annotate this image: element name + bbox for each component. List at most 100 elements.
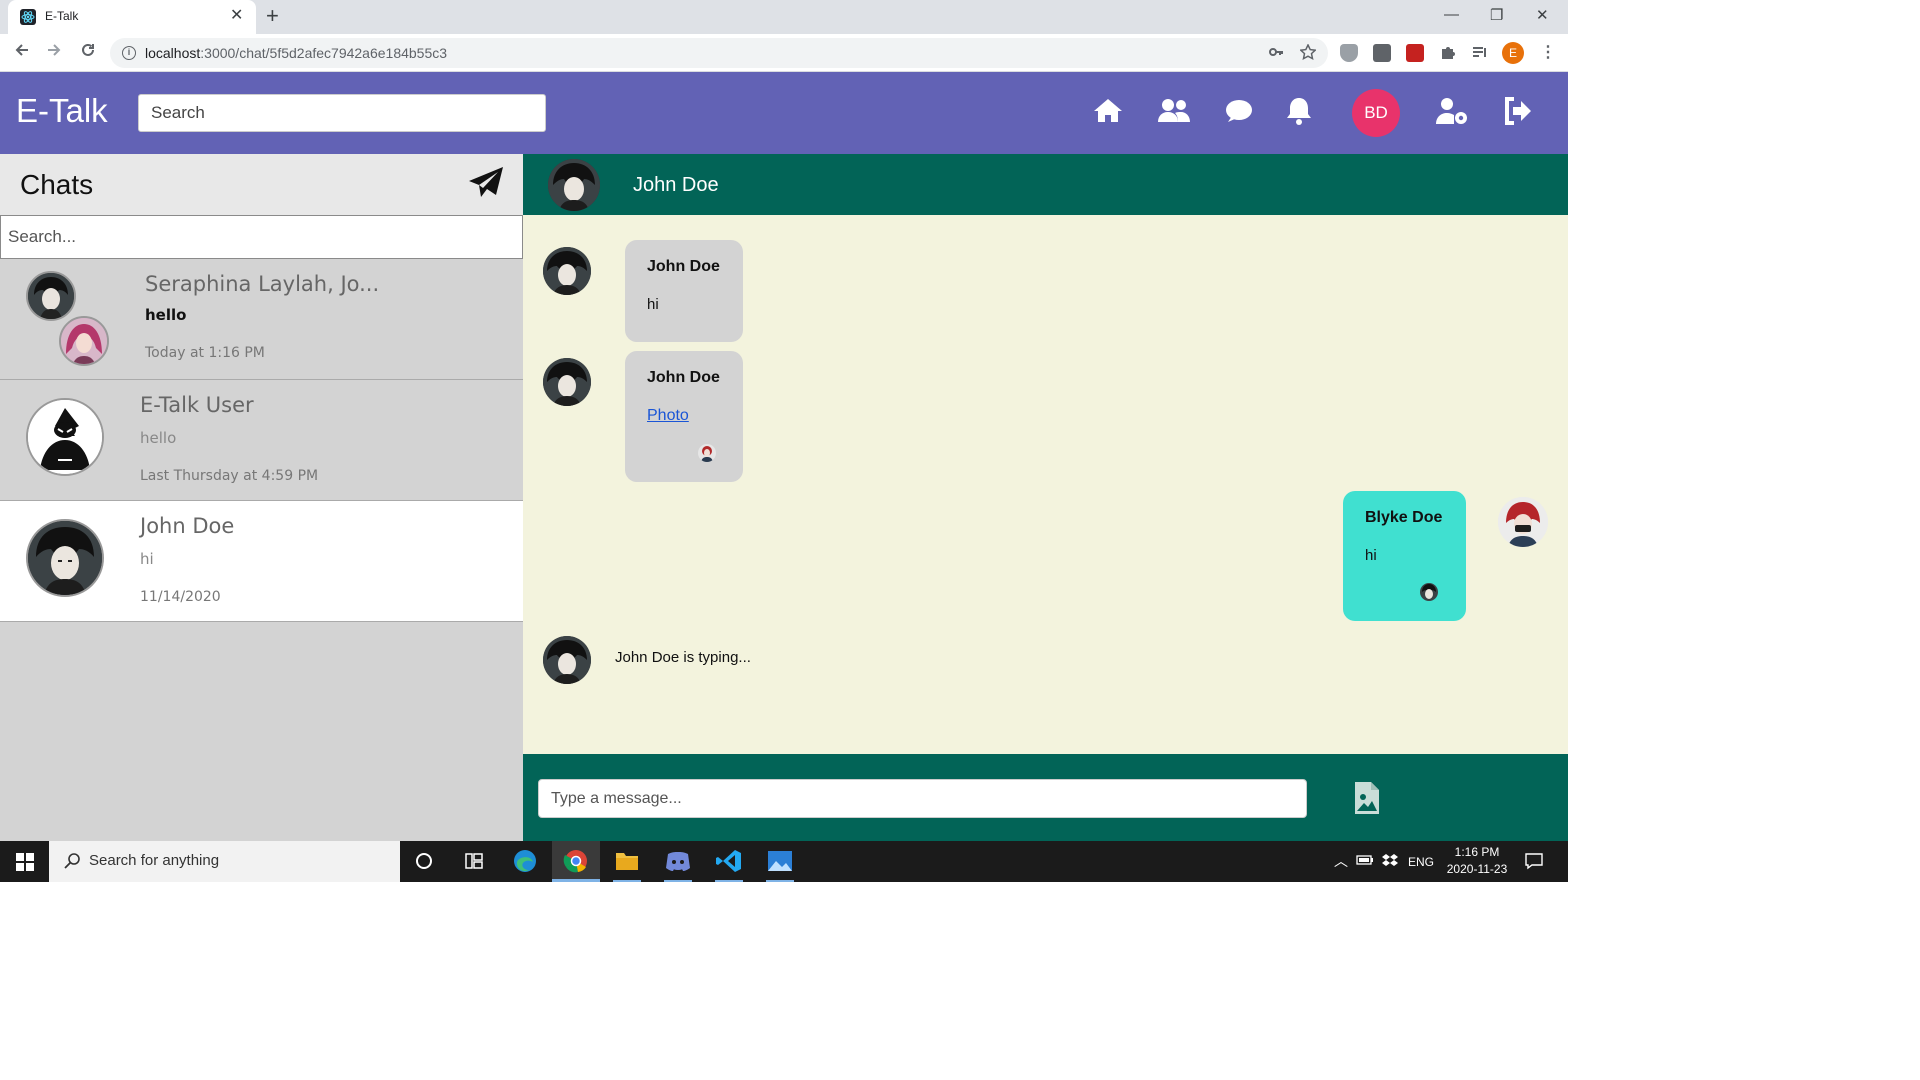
language-indicator[interactable]: ENG	[1408, 855, 1434, 869]
logout-icon[interactable]	[1503, 96, 1533, 131]
home-icon[interactable]	[1093, 96, 1123, 131]
chat-icon[interactable]	[1224, 96, 1254, 131]
message-composer	[523, 754, 1568, 841]
user-settings-icon[interactable]	[1435, 96, 1469, 131]
photo-link[interactable]: Photo	[647, 407, 721, 425]
message-list: John Doe hi John Doe Photo Blyke Doe hi …	[523, 215, 1568, 754]
new-message-send-icon[interactable]	[468, 166, 504, 205]
running-indicator	[664, 880, 692, 882]
discord-icon[interactable]	[654, 841, 702, 882]
running-indicator	[613, 880, 641, 882]
conversation-avatar[interactable]	[548, 159, 600, 211]
clock-time: 1:16 PM	[1454, 845, 1500, 859]
react-favicon-icon	[20, 9, 36, 25]
taskbar-search-box[interactable]: Search for anything	[49, 841, 400, 882]
browser-tab-bar: E-Talk ✕ + — ❐ ✕	[0, 0, 1568, 34]
profile-avatar[interactable]: E	[1502, 42, 1524, 64]
media-queue-icon[interactable]	[1471, 44, 1489, 62]
windows-start-icon[interactable]	[16, 853, 34, 876]
back-arrow-icon[interactable]	[14, 42, 30, 62]
url-path: :3000/chat/5f5d2afec7942a6e184b55c3	[200, 45, 448, 61]
sidebar-header: Chats	[0, 154, 523, 215]
search-icon	[63, 852, 81, 875]
tab-close-icon[interactable]: ✕	[230, 7, 243, 25]
group-member-avatar	[26, 271, 76, 321]
chat-name: E-Talk User	[140, 393, 254, 417]
red-extension-icon[interactable]	[1406, 44, 1424, 62]
message-input[interactable]	[538, 779, 1307, 818]
message-bubble: John Doe Photo	[625, 351, 743, 482]
user-avatar[interactable]: BD	[1352, 89, 1400, 137]
chat-list-item[interactable]: E-Talk User hello Last Thursday at 4:59 …	[0, 380, 523, 501]
friends-icon[interactable]	[1157, 96, 1191, 131]
new-tab-button[interactable]: +	[266, 4, 279, 28]
os-taskbar: Search for anything ︿ ENG 1:16 PM 2020-1…	[0, 841, 1568, 882]
chat-name: John Doe	[140, 514, 235, 538]
message-text: hi	[1365, 547, 1377, 564]
forward-arrow-icon[interactable]	[46, 42, 62, 62]
address-bar[interactable]: i localhost:3000/chat/5f5d2afec7942a6e18…	[110, 38, 1328, 68]
app-header: E-Talk BD	[0, 72, 1568, 154]
dropbox-icon[interactable]	[1382, 853, 1398, 870]
group-member-avatar	[59, 316, 109, 366]
site-info-icon[interactable]: i	[122, 46, 136, 60]
battery-icon[interactable]	[1356, 853, 1374, 870]
chat-preview: hi	[140, 550, 154, 568]
reload-icon[interactable]	[80, 42, 96, 62]
file-explorer-icon[interactable]	[603, 841, 651, 882]
conversation-header: John Doe	[523, 154, 1568, 215]
cortana-icon[interactable]	[400, 841, 448, 882]
bookmark-star-icon[interactable]	[1299, 43, 1317, 64]
edge-browser-icon[interactable]	[501, 841, 549, 882]
action-center-icon[interactable]	[1524, 852, 1544, 873]
chat-list-item-active[interactable]: John Doe hi 11/14/2020	[0, 501, 523, 622]
message-avatar	[543, 358, 591, 406]
photos-app-icon[interactable]	[756, 841, 804, 882]
chrome-browser-icon[interactable]	[552, 841, 600, 882]
restore-button[interactable]: ❐	[1490, 6, 1503, 24]
header-search-input[interactable]	[138, 94, 546, 132]
chats-sidebar: Chats Seraphina Laylah, Jo... hello Toda…	[0, 154, 523, 841]
close-window-button[interactable]: ✕	[1536, 6, 1549, 24]
message-bubble: John Doe hi	[625, 240, 743, 342]
running-indicator	[766, 880, 794, 882]
message-author: Blyke Doe	[1365, 509, 1443, 526]
chat-search-input[interactable]	[0, 215, 523, 259]
shield-extension-icon[interactable]	[1340, 44, 1358, 62]
chat-time: Last Thursday at 4:59 PM	[140, 468, 319, 484]
chat-time: 11/14/2020	[140, 589, 221, 605]
browser-tab[interactable]: E-Talk ✕	[8, 0, 256, 34]
tab-title: E-Talk	[45, 9, 79, 23]
browser-toolbar: i localhost:3000/chat/5f5d2afec7942a6e18…	[0, 34, 1568, 72]
chat-list-item[interactable]: Seraphina Laylah, Jo... hello Today at 1…	[0, 259, 523, 380]
message-author: John Doe	[647, 369, 720, 386]
message-avatar	[543, 247, 591, 295]
minimize-button[interactable]: —	[1444, 6, 1459, 23]
chat-avatar	[26, 519, 104, 597]
chat-avatar	[26, 398, 104, 476]
show-hidden-icons-chevron-icon[interactable]: ︿	[1334, 851, 1348, 871]
message-author: John Doe	[647, 258, 720, 275]
conversation-title: John Doe	[633, 174, 719, 196]
brand-logo[interactable]: E-Talk	[16, 92, 108, 130]
key-icon[interactable]	[1268, 44, 1284, 64]
notifications-bell-icon[interactable]	[1285, 96, 1313, 131]
task-view-icon[interactable]	[450, 841, 498, 882]
seen-by-avatar	[698, 444, 716, 462]
system-clock[interactable]: 1:16 PM 2020-11-23	[1446, 844, 1508, 878]
clock-date: 2020-11-23	[1446, 862, 1508, 876]
vscode-icon[interactable]	[705, 841, 753, 882]
extensions-puzzle-icon[interactable]	[1439, 44, 1457, 62]
taskbar-search-placeholder: Search for anything	[89, 852, 220, 869]
url-host: localhost	[145, 45, 201, 61]
url-text: localhost:3000/chat/5f5d2afec7942a6e184b…	[145, 45, 447, 61]
image-attach-icon[interactable]	[1353, 780, 1381, 821]
sidebar-title: Chats	[20, 169, 94, 200]
chat-preview: hello	[145, 306, 187, 324]
seen-by-avatar	[1420, 583, 1438, 601]
browser-menu-icon[interactable]: ⋮	[1540, 42, 1556, 62]
chat-name: Seraphina Laylah, Jo...	[145, 272, 380, 296]
facebook-extension-icon[interactable]	[1373, 44, 1391, 62]
running-indicator	[715, 880, 743, 882]
own-message-bubble: Blyke Doe hi	[1343, 491, 1466, 621]
